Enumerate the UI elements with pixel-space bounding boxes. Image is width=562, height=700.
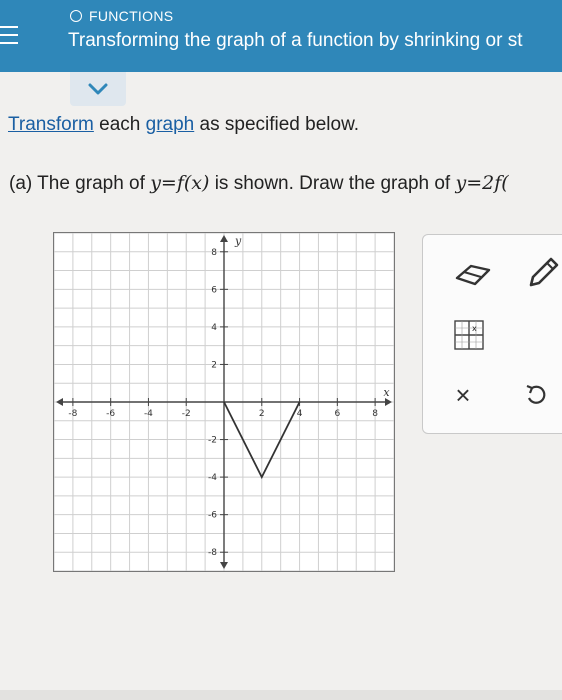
y-tick-label: -8 [208, 548, 217, 558]
undo-button[interactable] [521, 380, 551, 410]
graph-canvas[interactable]: -8 -6 -4 -2 2 4 6 8 8 6 4 2 -2 -4 -6 -8 x y [53, 232, 395, 572]
x-tick-label: -4 [144, 409, 153, 419]
clear-button[interactable]: × [449, 380, 477, 410]
eraser-tool-button[interactable] [451, 257, 495, 293]
x-axis-label: x [383, 386, 390, 399]
transform-link[interactable]: Transform [8, 114, 94, 135]
x-tick-label: -8 [68, 409, 77, 419]
collapse-toggle-button[interactable] [70, 72, 126, 106]
instructions-text: Transform each graph as specified below. [8, 114, 359, 136]
y-axis-label: y [234, 234, 242, 247]
y-tick-label: 8 [211, 248, 217, 258]
y-tick-label: -4 [208, 473, 217, 483]
topic-label: FUNCTIONS [89, 8, 174, 24]
top-header-bar: FUNCTIONS Transforming the graph of a fu… [0, 0, 562, 72]
chevron-down-icon [88, 83, 108, 95]
y-tick-label: 4 [211, 323, 217, 333]
undo-icon [526, 384, 546, 404]
eraser-icon [455, 264, 491, 286]
x-tick-label: -6 [106, 409, 115, 419]
graph-tool-button[interactable]: x [449, 317, 489, 353]
x-axis-arrow-right [385, 398, 392, 406]
bottom-edge [0, 690, 562, 700]
instructions-tail: as specified below. [194, 114, 360, 135]
drawing-toolbox: x × [422, 234, 562, 434]
y-tick-label: -6 [208, 511, 217, 521]
x-tick-label: -2 [182, 409, 191, 419]
question-mid: is shown. Draw the graph of [209, 173, 456, 194]
pencil-icon [529, 257, 559, 287]
x-axis-arrow-left [56, 398, 63, 406]
y-tick-label: 2 [211, 360, 217, 370]
question-part: (a) The graph of [9, 173, 151, 194]
graph-grid-icon: x [454, 320, 484, 350]
y-axis-arrow-down [220, 562, 228, 569]
pencil-tool-button[interactable] [521, 251, 562, 295]
coordinate-grid[interactable]: -8 -6 -4 -2 2 4 6 8 8 6 4 2 -2 -4 -6 -8 x y [53, 232, 395, 572]
topic-circle-icon [70, 10, 82, 22]
equation-target: y=2f( [455, 172, 509, 194]
page-title: Transforming the graph of a function by … [68, 30, 523, 51]
y-tick-label: -2 [208, 436, 217, 446]
clear-x-icon: × [455, 380, 471, 410]
equation-original: y=f(x) [150, 172, 210, 194]
y-tick-label: 6 [211, 285, 217, 295]
x-tick-label: 2 [259, 409, 265, 419]
topic-row: FUNCTIONS [70, 6, 173, 26]
svg-text:x: x [472, 324, 477, 333]
instructions-mid: each [93, 114, 146, 135]
x-tick-label: 6 [334, 409, 340, 419]
graph-link[interactable]: graph [146, 114, 195, 135]
question-text: (a) The graph of y=f(x) is shown. Draw t… [9, 172, 509, 195]
hamburger-menu-icon[interactable] [0, 20, 22, 50]
x-tick-label: 8 [372, 409, 378, 419]
y-axis-arrow-up [220, 235, 228, 242]
x-tick-label: 4 [297, 409, 303, 419]
